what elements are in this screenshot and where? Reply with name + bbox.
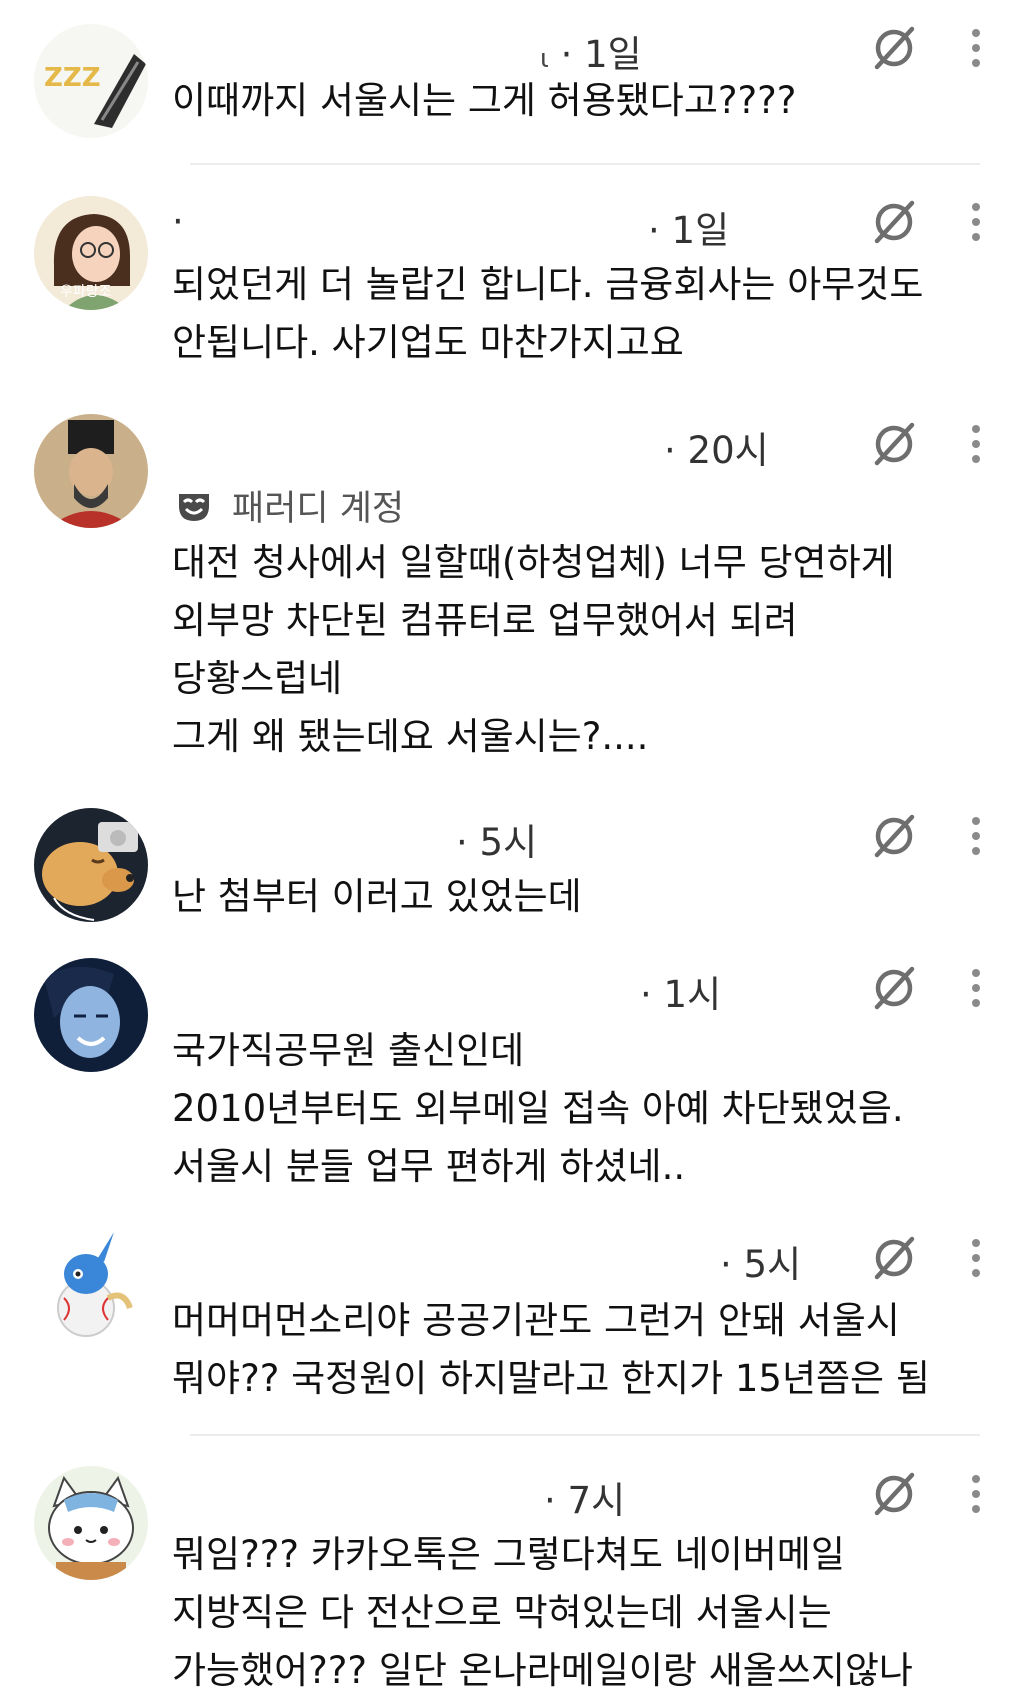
more-options-icon	[972, 969, 980, 1007]
post-time: · 1시	[640, 973, 722, 1016]
mute-button[interactable]	[866, 20, 922, 76]
more-options-button[interactable]	[960, 416, 992, 472]
mute-button[interactable]	[866, 960, 922, 1016]
author-name[interactable]: ·	[172, 200, 184, 243]
avatar[interactable]: 우파랑조	[34, 196, 148, 310]
post-time: · 1일	[560, 33, 642, 76]
parody-label: 패러디 계정	[232, 489, 405, 529]
more-options-button[interactable]	[960, 808, 992, 864]
more-options-button[interactable]	[960, 194, 992, 250]
avatar[interactable]	[34, 958, 148, 1072]
mute-icon	[874, 200, 915, 244]
post-time: · 5시	[720, 1243, 802, 1286]
post-meta: ·	[172, 200, 184, 243]
post-text: 난 첨부터 이러고 있었는데	[172, 875, 582, 918]
mute-icon	[874, 966, 915, 1010]
post-text: 이때까지 서울시는 그게 허용됐다고????	[172, 79, 797, 122]
divider	[190, 163, 980, 165]
mute-icon	[874, 1472, 915, 1516]
avatar[interactable]	[34, 808, 148, 922]
post-text: 되었던게 더 놀랍긴 합니다. 금융회사는 아무것도 안됩니다. 사기업도 마찬…	[172, 263, 924, 364]
avatar-puppy-image	[34, 808, 148, 922]
mute-button[interactable]	[866, 416, 922, 472]
author-name[interactable]: ι	[540, 44, 549, 74]
avatar-cat-character-image	[34, 1466, 148, 1580]
mute-icon	[874, 26, 915, 70]
more-options-icon	[972, 425, 980, 463]
post-time: · 7시	[544, 1479, 626, 1522]
avatar[interactable]	[34, 1228, 148, 1342]
post-text: 머머머먼소리야 공공기관도 그런거 안돼 서울시 뭐야?? 국정원이 하지말라고…	[172, 1299, 930, 1400]
avatar-name-tag: 우파랑조	[60, 284, 112, 300]
mute-icon	[874, 1236, 915, 1280]
post-text: 뭐임??? 카카오톡은 그렇다쳐도 네이버메일 지방직은 다 전산으로 막혀있는…	[172, 1533, 913, 1692]
post-text: 국가직공무원 출신인데 2010년부터도 외부메일 접속 아예 차단됐었음. 서…	[172, 1029, 904, 1188]
avatar-zzz-image: ZZZ	[34, 24, 148, 138]
more-options-icon	[972, 1239, 980, 1277]
more-options-icon	[972, 29, 980, 67]
post-time: · 5시	[456, 821, 538, 864]
avatar-portrait-image	[34, 414, 148, 528]
more-options-button[interactable]	[960, 20, 992, 76]
avatar-girl-image: 우파랑조	[34, 196, 148, 310]
avatar-baseball-mascot-image	[34, 1228, 148, 1342]
mute-button[interactable]	[866, 1230, 922, 1286]
post-text: 대전 청사에서 일할때(하청업체) 너무 당연하게 외부망 차단된 컴퓨터로 업…	[172, 541, 895, 758]
mute-button[interactable]	[866, 808, 922, 864]
more-options-icon	[972, 1475, 980, 1513]
avatar[interactable]	[34, 414, 148, 528]
avatar[interactable]: ZZZ	[34, 24, 148, 138]
post-meta: ι · 1일	[540, 24, 642, 78]
more-options-icon	[972, 817, 980, 855]
more-options-button[interactable]	[960, 1230, 992, 1286]
avatar[interactable]	[34, 1466, 148, 1580]
mute-icon	[874, 814, 915, 858]
avatar-zzz-text: ZZZ	[44, 63, 101, 93]
mute-button[interactable]	[866, 1466, 922, 1522]
mute-icon	[874, 422, 915, 466]
more-options-icon	[972, 203, 980, 241]
more-options-button[interactable]	[960, 960, 992, 1016]
parody-mask-icon	[179, 493, 209, 521]
divider	[190, 1434, 980, 1436]
more-options-button[interactable]	[960, 1466, 992, 1522]
post-time: · 1일	[648, 209, 730, 252]
post-time: · 20시	[664, 429, 769, 472]
parody-account-badge: 패러디 계정	[176, 480, 404, 531]
avatar-person-blue-image	[34, 958, 148, 1072]
mute-button[interactable]	[866, 194, 922, 250]
